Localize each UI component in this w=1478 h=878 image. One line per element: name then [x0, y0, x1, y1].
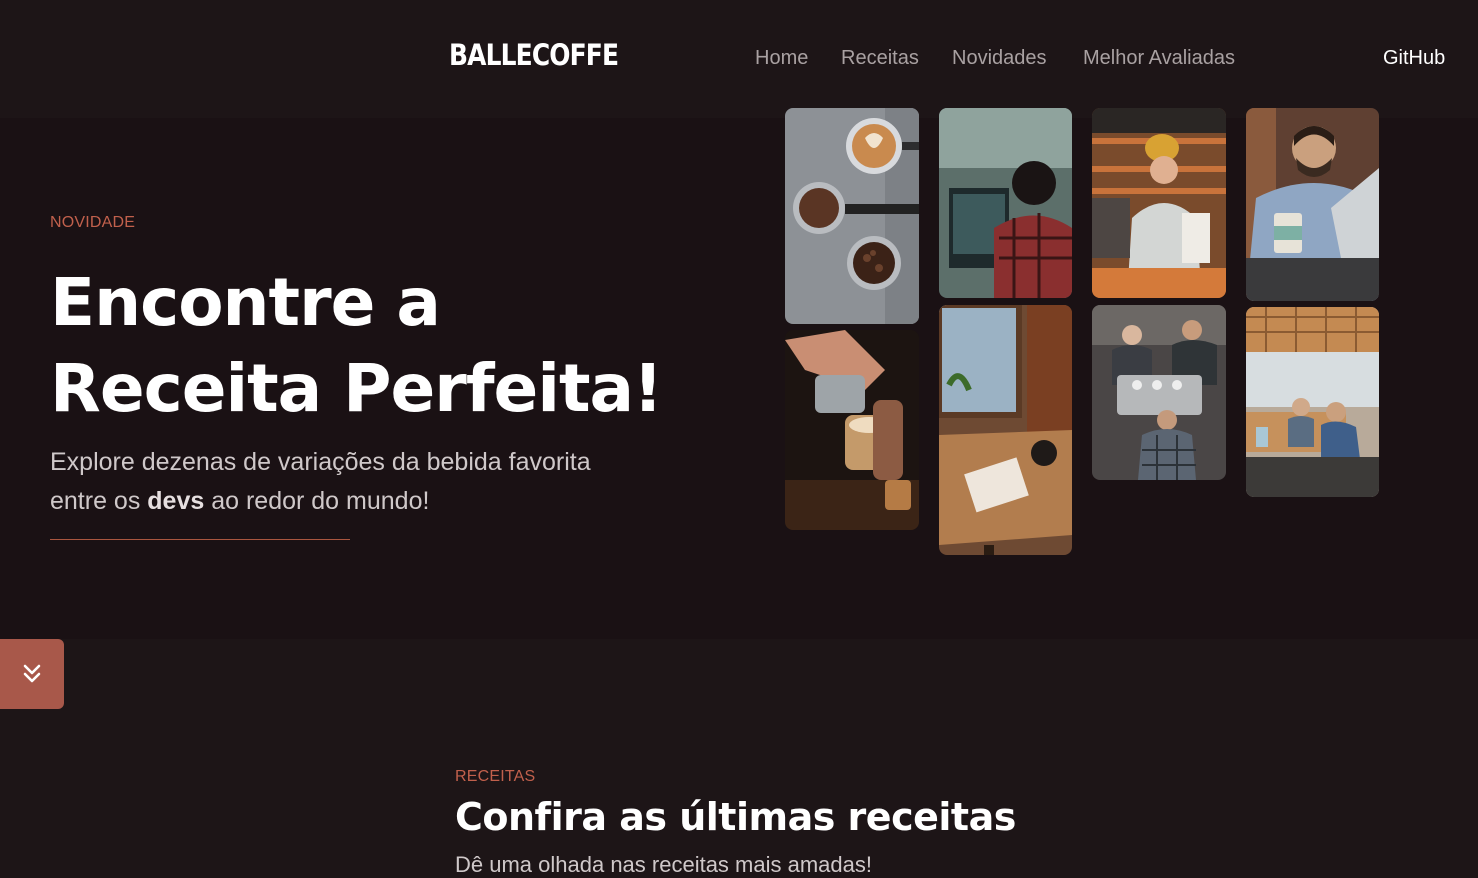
hero-title-line1: Encontre a — [50, 264, 441, 341]
scroll-down-button[interactable] — [0, 639, 64, 709]
developer-coding-cafe-image — [939, 108, 1072, 298]
latte-art-portafilters-image — [785, 108, 919, 324]
hero-title: Encontre a Receita Perfeita! — [50, 260, 750, 432]
nav-receitas[interactable]: Receitas — [841, 47, 919, 70]
nav-home[interactable]: Home — [755, 47, 808, 70]
hero-title-line2: Receita Perfeita! — [50, 350, 663, 427]
recipes-title: Confira as últimas receitas — [455, 795, 1016, 839]
office-team-meeting-image — [1246, 307, 1379, 497]
nav-novidades[interactable]: Novidades — [952, 47, 1047, 70]
recipes-subtitle: Dê uma olhada nas receitas mais amadas! — [455, 852, 872, 877]
hero-desc-bold: devs — [147, 487, 205, 515]
cafe-window-table-image — [939, 305, 1072, 555]
hero-desc-part2: ao redor do mundo! — [204, 487, 430, 515]
baristas-espresso-machine-image — [1092, 305, 1226, 480]
latte-pour-image — [785, 330, 919, 530]
hero-section: NOVIDADE Encontre a Receita Perfeita! Ex… — [0, 108, 1478, 639]
hero-divider — [50, 539, 350, 540]
recipes-kicker: RECEITAS — [455, 768, 536, 785]
hero-kicker: NOVIDADE — [50, 214, 136, 231]
github-link[interactable]: GitHub — [1383, 47, 1445, 70]
chevrons-down-icon — [23, 664, 41, 683]
barista-smiling-image — [1092, 108, 1226, 298]
brand-logo[interactable]: BALLECOFFE — [449, 38, 619, 72]
site-header: BALLECOFFE Home Receitas Novidades Melho… — [0, 0, 1478, 118]
man-laptop-coffee-image — [1246, 108, 1379, 301]
hero-description: Explore dezenas de variações da bebida f… — [50, 443, 650, 521]
nav-melhor-avaliadas[interactable]: Melhor Avaliadas — [1083, 47, 1235, 70]
